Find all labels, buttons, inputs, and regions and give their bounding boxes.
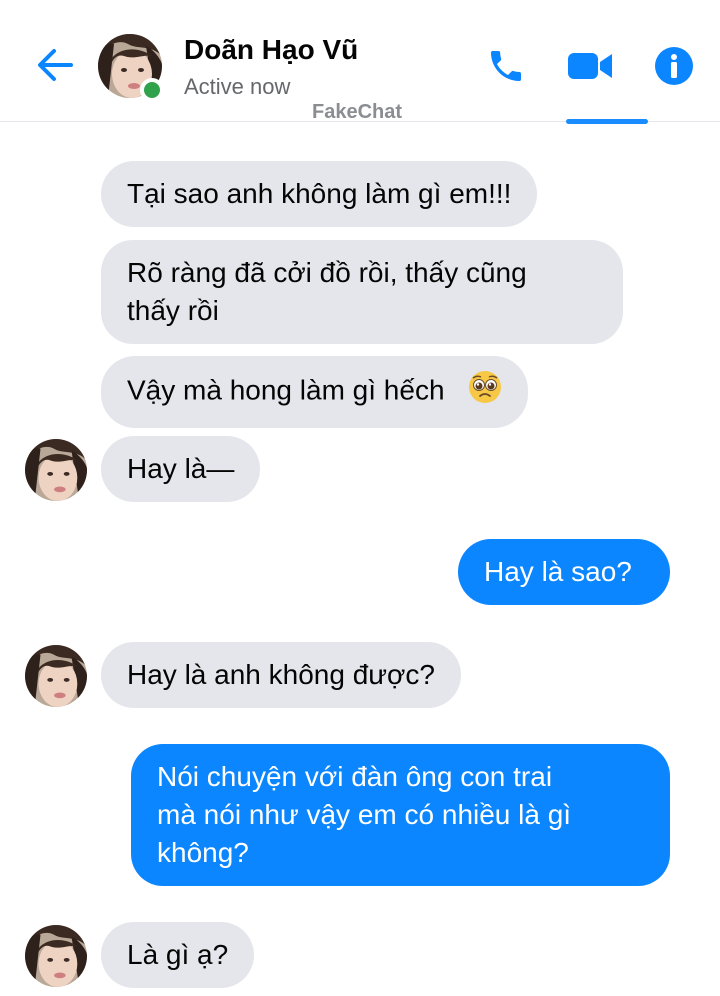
message-bubble-outgoing[interactable]: Nói chuyện với đàn ông con trai mà nói n…: [131, 744, 670, 886]
message-text: Hay là—: [127, 453, 235, 484]
back-button[interactable]: [30, 40, 80, 90]
app-watermark: FakeChat: [312, 101, 403, 123]
message-bubble-incoming[interactable]: Là gì ạ?: [101, 922, 255, 988]
message-text: mà nói như vậy em có nhiều là gì: [157, 799, 572, 830]
active-status-dot: [140, 78, 164, 102]
message-bubble-incoming[interactable]: Hay là—: [101, 436, 261, 502]
voice-call-button[interactable]: [484, 44, 528, 88]
info-button[interactable]: [652, 44, 696, 88]
sender-avatar[interactable]: [25, 645, 87, 707]
contact-name[interactable]: Doãn Hạo Vũ: [184, 34, 358, 66]
message-bubble-incoming[interactable]: Hay là anh không được?: [101, 642, 461, 708]
video-call-button[interactable]: [566, 44, 614, 88]
message-bubble-incoming[interactable]: Rõ ràng đã cởi đồ rồi, thấy cũng thấy rồ…: [101, 240, 623, 344]
message-text: Nói chuyện với đàn ông con trai: [157, 761, 553, 792]
message-text: Vậy mà hong làm gì hếch: [127, 374, 445, 406]
message-bubble-incoming[interactable]: Vậy mà hong làm gì hếch: [101, 356, 529, 428]
back-arrow-icon: [38, 49, 73, 81]
sender-avatar[interactable]: [25, 925, 87, 987]
contact-status: Active now: [184, 74, 291, 99]
message-text: Là gì ạ?: [127, 939, 229, 970]
message-text: thấy rồi: [127, 295, 219, 326]
message-text: Rõ ràng đã cởi đồ rồi, thấy cũng: [127, 257, 527, 288]
message-list[interactable]: Tại sao anh không làm gì em!!! Rõ ràng đ…: [0, 123, 720, 996]
message-bubble-incoming[interactable]: Tại sao anh không làm gì em!!!: [101, 161, 538, 227]
sender-avatar[interactable]: [25, 439, 87, 501]
message-text: Tại sao anh không làm gì em!!!: [127, 178, 512, 209]
pleading-face-icon: [468, 370, 502, 414]
message-text: không?: [157, 837, 249, 868]
phone-icon: [491, 51, 521, 81]
message-text: Hay là sao?: [484, 556, 632, 587]
video-camera-icon: [568, 53, 612, 79]
chat-header: Doãn Hạo Vũ Active now FakeChat: [0, 0, 720, 124]
info-icon: [655, 47, 693, 85]
message-bubble-outgoing[interactable]: Hay là sao?: [458, 539, 670, 605]
message-text: Hay là anh không được?: [127, 659, 435, 690]
